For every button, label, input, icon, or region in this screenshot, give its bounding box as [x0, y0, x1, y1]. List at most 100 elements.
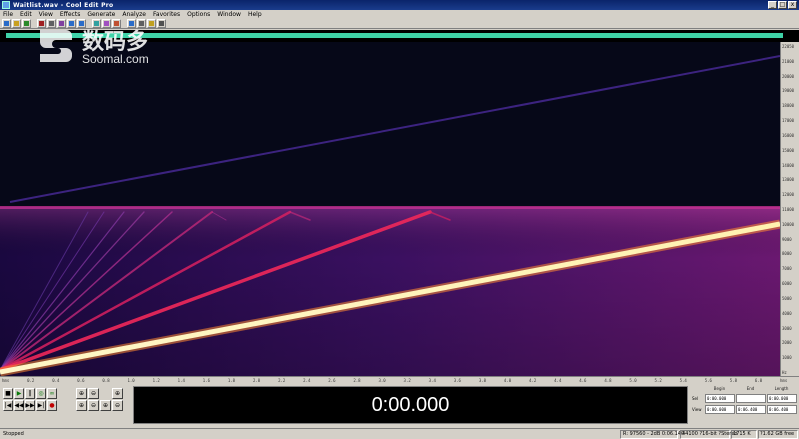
time-tick-label: 3.2 — [403, 378, 411, 383]
length-header: Length — [774, 386, 789, 391]
open-file-button[interactable] — [12, 19, 21, 28]
zoom-button[interactable] — [137, 19, 146, 28]
frequency-tick-label: 4000 — [782, 310, 792, 316]
transport-panel: ■ ▶ ‖ ◎ ∞ |◀ ◀◀ ▶▶ ▶| ● ⊕ ⊖ ⊕ ⊕ ⊖ ⊕ ⊖ 0:… — [0, 384, 799, 428]
zoom-out-horizontal-button[interactable]: ⊖ — [88, 388, 99, 399]
fast-forward-button[interactable]: ▶▶ — [25, 400, 35, 411]
close-button[interactable]: x — [788, 1, 797, 9]
time-tick-label: 4.0 — [503, 378, 512, 383]
play-button[interactable]: ▶ — [14, 388, 24, 399]
paste-icon — [59, 21, 64, 26]
end-header: End — [746, 386, 755, 391]
menu-options[interactable]: Options — [187, 11, 210, 18]
selection-begin[interactable]: 0:00.000 — [705, 393, 735, 403]
time-tick-label: 2.2 — [278, 378, 286, 383]
time-tick-label: 1.4 — [177, 378, 185, 383]
time-tick-label: 3.0 — [378, 378, 386, 383]
undo-button[interactable] — [67, 19, 76, 28]
frequency-tick-label: 22050 — [782, 44, 795, 49]
selection-end[interactable] — [736, 393, 766, 403]
zoom-left-button[interactable]: ⊕ — [76, 400, 87, 411]
frequency-tick-label: 7000 — [782, 266, 792, 272]
status-size: 1715 K — [733, 431, 751, 437]
selection-headers: Begin End Length — [692, 386, 797, 392]
spectral-view-button[interactable] — [102, 19, 111, 28]
status-bar: Stopped R: 97560 - 2dB 0:06.140 44100 ?1… — [0, 428, 799, 439]
paste-button[interactable] — [57, 19, 66, 28]
minimize-button[interactable]: _ — [768, 1, 777, 9]
menu-edit[interactable]: Edit — [20, 11, 32, 18]
go-to-end-button[interactable]: ▶| — [36, 400, 46, 411]
pause-button[interactable]: ‖ — [25, 388, 35, 399]
time-tick-label: 0.8 — [102, 378, 110, 383]
redo-button[interactable] — [77, 19, 86, 28]
time-tick-label: 3.8 — [478, 378, 487, 383]
loop-button[interactable]: ∞ — [47, 388, 57, 399]
rewind-button[interactable]: ◀◀ — [14, 400, 24, 411]
overview-range[interactable] — [6, 33, 783, 38]
frequency-tick-label: 10000 — [782, 221, 795, 227]
toolbar-separator — [87, 19, 91, 27]
begin-header: Begin — [713, 386, 726, 391]
time-tick-label: 2.4 — [303, 378, 311, 383]
view-row: View 0:00.000 0:06.400 0:06.400 — [692, 404, 797, 414]
zoom-in-horizontal-button[interactable]: ⊕ — [76, 388, 87, 399]
toolbar-separator — [32, 19, 36, 27]
zoom-selection-button[interactable]: ⊕ — [112, 388, 123, 399]
record-button[interactable]: ● — [47, 400, 57, 411]
view-end[interactable]: 0:06.400 — [736, 404, 766, 414]
zoom-right-button[interactable]: ⊖ — [88, 400, 99, 411]
frequency-tick-label: 6000 — [782, 281, 792, 287]
toolbar-separator — [122, 19, 126, 27]
frequency-tick-label: Hz — [782, 370, 787, 375]
cue-icon — [114, 21, 119, 26]
nyquist-line — [0, 206, 780, 209]
menu-file[interactable]: File — [3, 11, 13, 18]
time-tick-label: 5.4 — [679, 378, 687, 383]
copy-button[interactable] — [47, 19, 56, 28]
copy-icon — [49, 21, 54, 26]
save-button[interactable] — [22, 19, 31, 28]
view-begin[interactable]: 0:00.000 — [705, 404, 735, 414]
frequency-ruler[interactable]: 22050 21000 20000 19000 18000 17000 16000 15000… — [780, 42, 799, 376]
menu-analyze[interactable]: Analyze — [122, 11, 146, 18]
menu-help[interactable]: Help — [248, 11, 262, 18]
cut-button[interactable] — [37, 19, 46, 28]
frequency-tick-label: 12000 — [782, 192, 795, 198]
play-to-end-button[interactable]: ◎ — [36, 388, 46, 399]
time-ruler[interactable]: hms 0.2 0.4 0.6 0.8 1.0 1.2 1.4 1.6 1.8 2.0 2.2 2.4 2… — [0, 376, 799, 383]
time-tick-label: 0.2 — [27, 378, 35, 383]
stop-button[interactable]: ■ — [3, 388, 13, 399]
menu-favorites[interactable]: Favorites — [153, 11, 180, 18]
open-file-icon — [14, 21, 19, 26]
frequency-tick-label: 9000 — [782, 236, 792, 242]
frequency-tick-label: 16000 — [782, 132, 795, 138]
time-tick-label: 3.4 — [428, 378, 436, 383]
menu-generate[interactable]: Generate — [87, 11, 115, 18]
cue-button[interactable] — [112, 19, 121, 28]
time-display: 0:00.000 — [133, 386, 688, 424]
view-length[interactable]: 0:06.400 — [767, 404, 797, 414]
selection-length[interactable]: 0:00.000 — [767, 393, 797, 403]
frequency-tick-label: 21000 — [782, 58, 795, 64]
maximize-button[interactable]: □ — [778, 1, 787, 9]
settings-button[interactable] — [157, 19, 166, 28]
go-to-start-button[interactable]: |◀ — [3, 400, 13, 411]
status-cursor: R: 97560 - 2dB 0:06.140 — [623, 431, 685, 437]
marker-button[interactable] — [127, 19, 136, 28]
menu-effects[interactable]: Effects — [60, 11, 80, 18]
frequency-tick-label: 11000 — [782, 207, 795, 212]
title-bar: Waitlist.wav - Cool Edit Pro _ □ x — [0, 0, 799, 10]
mix-button[interactable] — [147, 19, 156, 28]
menu-view[interactable]: View — [39, 11, 53, 18]
menu-window[interactable]: Window — [217, 11, 241, 18]
zoom-in-vertical-button[interactable]: ⊕ — [100, 400, 111, 411]
new-file-button[interactable] — [2, 19, 11, 28]
window-title: Waitlist.wav - Cool Edit Pro — [13, 1, 114, 9]
spectral-view[interactable] — [0, 42, 780, 376]
waveform-view-button[interactable] — [92, 19, 101, 28]
zoom-out-vertical-button[interactable]: ⊖ — [112, 400, 123, 411]
overview-bar[interactable] — [0, 30, 799, 42]
time-tick-label: 1.0 — [127, 378, 135, 383]
time-tick-label: 2.6 — [328, 378, 336, 383]
